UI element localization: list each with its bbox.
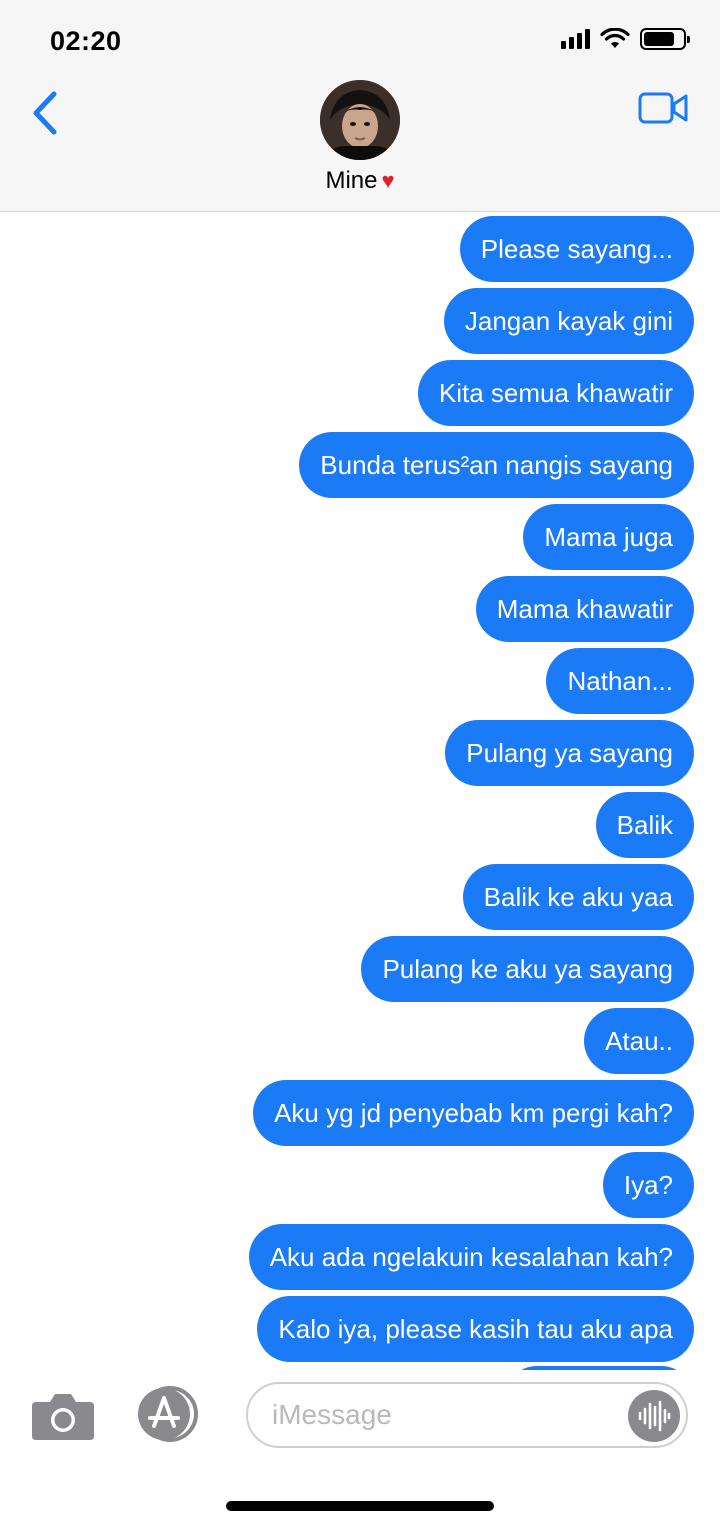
chevron-left-icon [33,91,57,135]
imessage-input[interactable] [246,1382,688,1448]
waveform-icon [638,1400,671,1432]
app-store-button[interactable] [134,1386,208,1442]
conversation-header: 02:20 Mine ♥ [0,0,720,212]
sent-message-bubble[interactable]: Aku yg jd penyebab km pergi kah? [253,1080,694,1146]
sent-message-bubble[interactable]: Kita semua khawatir [417,360,694,426]
compose-bar [0,1370,720,1528]
camera-button[interactable] [30,1388,96,1444]
battery-icon [640,28,690,50]
audio-message-button[interactable] [628,1390,680,1442]
status-icons [561,28,690,50]
app-store-icon [138,1386,198,1442]
sent-message-bubble[interactable]: Aku ada ngelakuin kesalahan kah? [248,1224,694,1290]
sent-message-bubble[interactable]: Nathan... [546,648,694,714]
contact-avatar[interactable] [320,80,400,160]
back-button[interactable] [26,88,66,138]
camera-icon [32,1394,94,1440]
sent-message-bubble[interactable]: Balik ke aku yaa [462,864,694,930]
avatar-photo [320,80,400,160]
sent-message-bubble[interactable]: Please sayang... [459,216,694,282]
message-list[interactable]: Please sayang... Jangan kayak gini Kita … [0,212,720,1370]
sent-message-bubble[interactable]: Pulang ya sayang [445,720,694,786]
status-time: 02:20 [50,26,122,56]
contact-name: Mine [325,167,378,194]
sent-message-bubble[interactable]: Iya? [602,1152,694,1218]
sent-message-bubble[interactable]: Pulang ke aku ya sayang [361,936,694,1002]
wifi-icon [600,28,630,48]
sent-message-bubble[interactable]: Atau.. [584,1008,694,1074]
cellular-signal-icon [561,29,590,49]
facetime-video-button[interactable] [638,88,690,128]
sent-message-bubble[interactable]: Jangan kayak gini [443,288,694,354]
sent-message-bubble[interactable]: Balik [595,792,694,858]
sent-message-bubble[interactable]: Kalo iya, please kasih tau aku apa [257,1296,694,1362]
heart-emoji: ♥ [381,168,395,193]
sent-message-bubble[interactable]: Mama khawatir [475,576,694,642]
contact-name-row[interactable]: Mine ♥ [0,167,720,195]
sent-message-bubble[interactable]: Mama juga [523,504,694,570]
sent-message-bubble[interactable]: Bunda terus²an nangis sayang [299,432,694,498]
video-camera-icon [638,92,688,124]
home-indicator[interactable] [226,1501,494,1511]
